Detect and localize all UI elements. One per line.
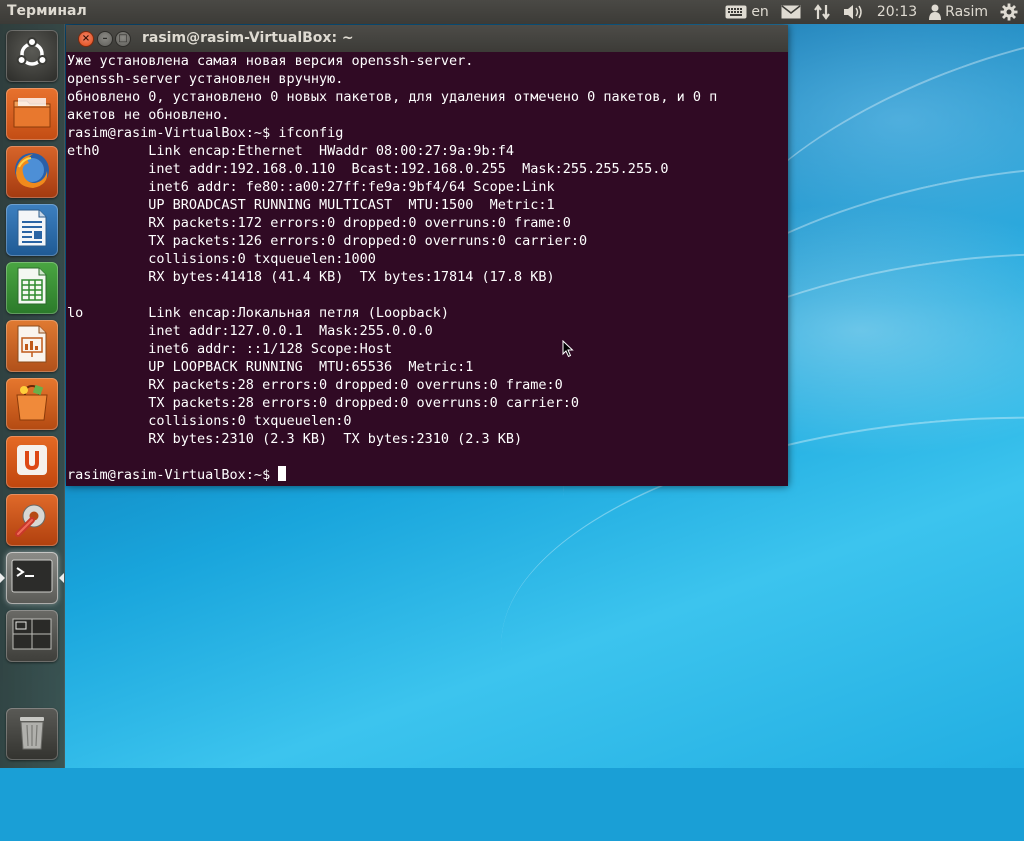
close-icon: × [81, 33, 91, 44]
close-button[interactable]: × [78, 31, 94, 47]
terminal-icon [11, 559, 53, 597]
folder-icon [12, 95, 52, 133]
terminal-prompt-line: rasim@rasim-VirtualBox:~$ [67, 466, 788, 484]
volume-icon [843, 4, 865, 20]
launcher-impress-button[interactable] [6, 320, 58, 372]
terminal-prompt: rasim@rasim-VirtualBox:~$ [67, 467, 279, 483]
network-icon [813, 3, 831, 21]
active-app-title: Терминал [7, 3, 87, 19]
terminal-line: RX bytes:41418 (41.4 KB) TX bytes:17814 … [67, 269, 555, 285]
terminal-line: inet6 addr: ::1/128 Scope:Host [67, 341, 393, 357]
terminal-line: TX packets:28 errors:0 dropped:0 overrun… [67, 395, 580, 411]
user-icon [929, 4, 942, 20]
gear-icon [1000, 3, 1018, 21]
maximize-icon: □ [118, 33, 128, 44]
terminal-line: rasim@rasim-VirtualBox:~$ ifconfig [67, 125, 344, 141]
terminal-line: TX packets:126 errors:0 dropped:0 overru… [67, 233, 588, 249]
terminal-running-indicator [0, 573, 5, 583]
user-name: Rasim [945, 4, 988, 20]
clock-indicator[interactable]: 20:13 [871, 0, 923, 24]
top-panel: Терминал en 20:13 Rasim [0, 0, 1024, 24]
trash-icon [17, 713, 47, 755]
mouse-pointer-icon [562, 339, 574, 362]
launcher-writer-button[interactable] [6, 204, 58, 256]
launcher-workspaces-button[interactable] [6, 610, 58, 662]
launcher-dash-button[interactable] [6, 30, 58, 82]
text-cursor [278, 466, 287, 481]
terminal-line: RX packets:172 errors:0 dropped:0 overru… [67, 215, 571, 231]
keyboard-layout-label: en [751, 4, 769, 20]
terminal-line: UP LOOPBACK RUNNING MTU:65536 Metric:1 [67, 359, 474, 375]
terminal-line: Уже установлена самая новая версия opens… [67, 53, 474, 69]
terminal-line: UP BROADCAST RUNNING MULTICAST MTU:1500 … [67, 197, 555, 213]
minimize-icon: – [102, 33, 108, 44]
terminal-line: обновлено 0, установлено 0 новых пакетов… [67, 89, 718, 105]
keyboard-icon [725, 5, 747, 19]
launcher-settings-button[interactable] [6, 494, 58, 546]
calc-icon [15, 266, 49, 310]
terminal-line: openssh-server установлен вручную. [67, 71, 344, 87]
session-indicator[interactable] [994, 0, 1024, 24]
keyboard-indicator[interactable]: en [719, 0, 775, 24]
terminal-line: lo Link encap:Локальная петля (Loopback) [67, 305, 466, 321]
launcher-ubuntu-one-button[interactable] [6, 436, 58, 488]
window-title: rasim@rasim-VirtualBox: ~ [142, 30, 354, 46]
terminal-line: inet addr:192.168.0.110 Bcast:192.168.0.… [67, 161, 669, 177]
terminal-line: collisions:0 txqueuelen:1000 [67, 251, 384, 267]
launcher-calc-button[interactable] [6, 262, 58, 314]
terminal-active-indicator [59, 573, 64, 583]
launcher-trash-button[interactable] [6, 708, 58, 760]
terminal-window[interactable]: × – □ rasim@rasim-VirtualBox: ~ Уже уста… [66, 25, 788, 486]
writer-icon [15, 208, 49, 252]
clock-time: 20:13 [876, 4, 918, 20]
terminal-line: collisions:0 txqueuelen:0 [67, 413, 360, 429]
shopping-bag-icon [12, 382, 52, 426]
ubuntu-logo-icon [14, 36, 50, 76]
indicator-area: en 20:13 Rasim [719, 0, 1024, 24]
user-indicator[interactable]: Rasim [923, 0, 994, 24]
terminal-line: eth0 Link encap:Ethernet HWaddr 08:00:27… [67, 143, 531, 159]
maximize-button[interactable]: □ [115, 31, 131, 47]
sound-indicator[interactable] [837, 0, 871, 24]
launcher-terminal-button[interactable] [6, 552, 58, 604]
terminal-line: inet6 addr: fe80::a00:27ff:fe9a:9bf4/64 … [67, 179, 555, 195]
terminal-titlebar[interactable]: × – □ rasim@rasim-VirtualBox: ~ [66, 25, 788, 52]
impress-icon [15, 324, 49, 368]
launcher [0, 24, 65, 768]
network-indicator[interactable] [807, 0, 837, 24]
launcher-firefox-button[interactable] [6, 146, 58, 198]
messaging-indicator[interactable] [775, 0, 807, 24]
terminal-line: RX packets:28 errors:0 dropped:0 overrun… [67, 377, 563, 393]
firefox-icon [11, 149, 53, 195]
terminal-line: inet addr:127.0.0.1 Mask:255.0.0.0 [67, 323, 433, 339]
terminal-line: RX bytes:2310 (2.3 KB) TX bytes:2310 (2.… [67, 431, 523, 447]
workspaces-icon [12, 618, 52, 654]
launcher-software-center-button[interactable] [6, 378, 58, 430]
terminal-output[interactable]: Уже установлена самая новая версия opens… [67, 52, 788, 486]
minimize-button[interactable]: – [97, 31, 113, 47]
ubuntu-one-icon [14, 442, 50, 482]
settings-wrench-icon [12, 498, 52, 542]
terminal-line: акетов не обновлено. [67, 107, 230, 123]
mail-icon [781, 5, 801, 19]
launcher-files-button[interactable] [6, 88, 58, 140]
